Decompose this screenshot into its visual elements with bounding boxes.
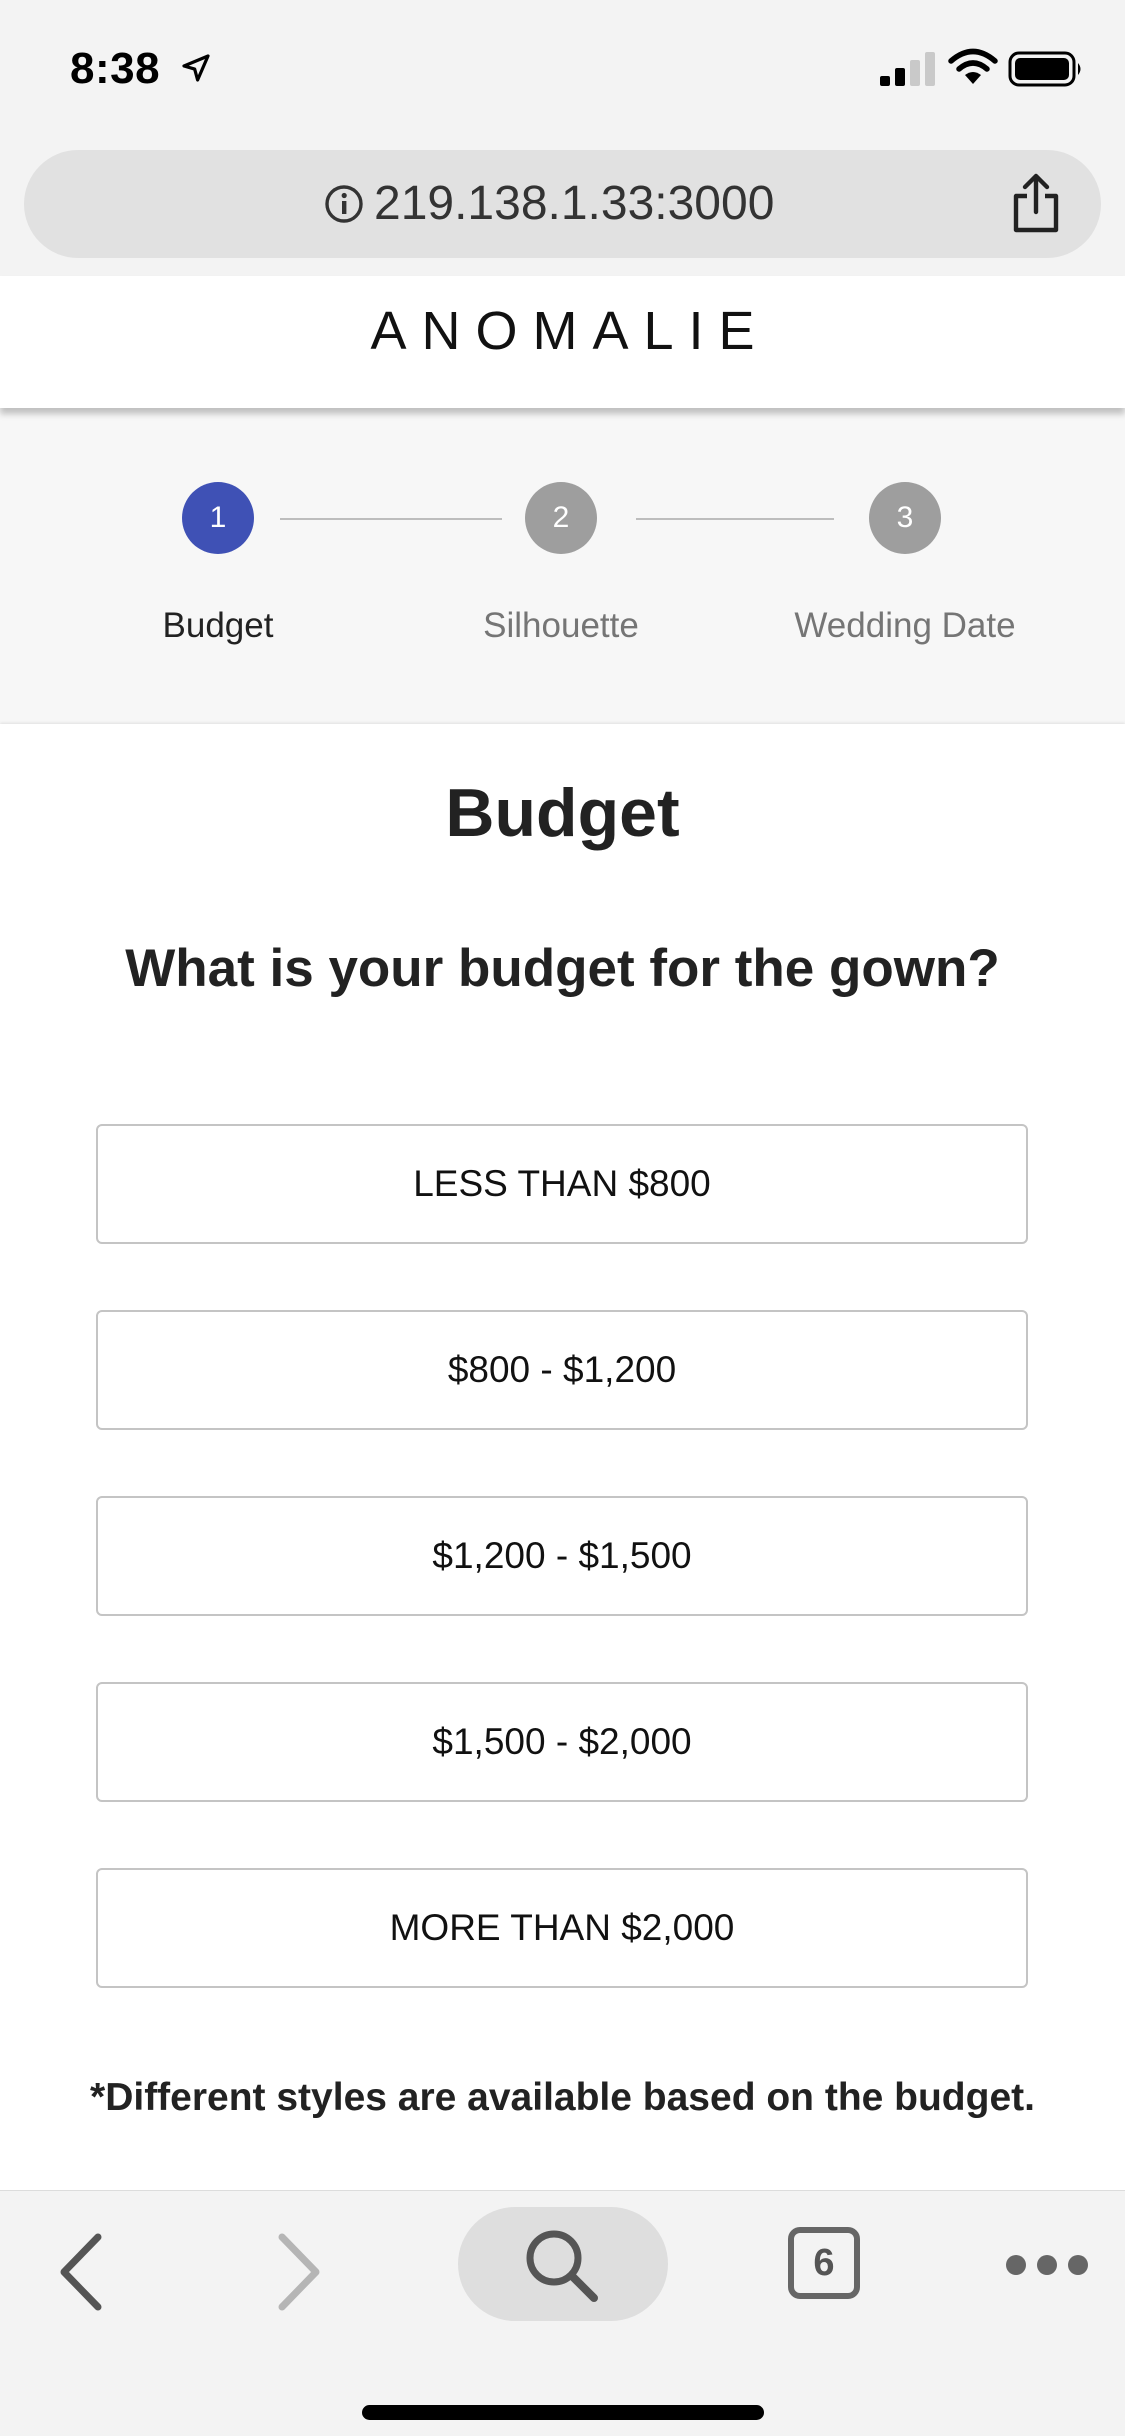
- search-icon[interactable]: [520, 2225, 602, 2305]
- step-2-label: Silhouette: [483, 606, 639, 645]
- wifi-icon: [948, 48, 998, 84]
- url-bar[interactable]: 219.138.1.33:3000: [24, 150, 1101, 258]
- progress-stepper: 1 2 3 Budget Silhouette Wedding Date: [0, 408, 1125, 724]
- cellular-signal-icon: [880, 52, 935, 86]
- budget-card: Budget What is your budget for the gown?…: [0, 724, 1125, 2190]
- info-icon[interactable]: [324, 184, 364, 224]
- step-1-indicator[interactable]: 1: [182, 482, 254, 554]
- battery-icon: [1008, 51, 1081, 87]
- budget-footnote: *Different styles are available based on…: [90, 2076, 1035, 2119]
- forward-icon[interactable]: [272, 2227, 328, 2317]
- step-3-label: Wedding Date: [794, 606, 1016, 645]
- browser-toolbar: 6: [0, 2190, 1125, 2436]
- budget-option-more-than-2000[interactable]: MORE THAN $2,000: [96, 1868, 1028, 1988]
- brand-logo[interactable]: ANOMALIE: [0, 300, 1125, 362]
- share-icon[interactable]: [1008, 172, 1064, 234]
- status-time: 8:38: [70, 44, 161, 93]
- tabs-button[interactable]: 6: [788, 2227, 860, 2299]
- home-indicator[interactable]: [362, 2405, 764, 2420]
- step-connector: [280, 518, 502, 520]
- budget-option-800-1200[interactable]: $800 - $1,200: [96, 1310, 1028, 1430]
- back-icon[interactable]: [52, 2227, 108, 2317]
- url-text[interactable]: 219.138.1.33:3000: [374, 178, 774, 230]
- budget-option-1200-1500[interactable]: $1,200 - $1,500: [96, 1496, 1028, 1616]
- step-connector: [636, 518, 834, 520]
- step-1-label: Budget: [162, 606, 274, 645]
- location-arrow-icon: [182, 54, 210, 82]
- search-button[interactable]: [458, 2207, 668, 2321]
- page-title: Budget: [445, 775, 680, 851]
- browser-header: 219.138.1.33:3000: [0, 140, 1125, 276]
- step-3-indicator[interactable]: 3: [869, 482, 941, 554]
- more-icon[interactable]: [1004, 2251, 1090, 2279]
- site-header: ANOMALIE: [0, 276, 1125, 408]
- budget-question: What is your budget for the gown?: [125, 939, 1000, 998]
- step-2-indicator[interactable]: 2: [525, 482, 597, 554]
- status-bar: 8:38: [0, 0, 1125, 140]
- budget-option-less-than-800[interactable]: LESS THAN $800: [96, 1124, 1028, 1244]
- budget-option-1500-2000[interactable]: $1,500 - $2,000: [96, 1682, 1028, 1802]
